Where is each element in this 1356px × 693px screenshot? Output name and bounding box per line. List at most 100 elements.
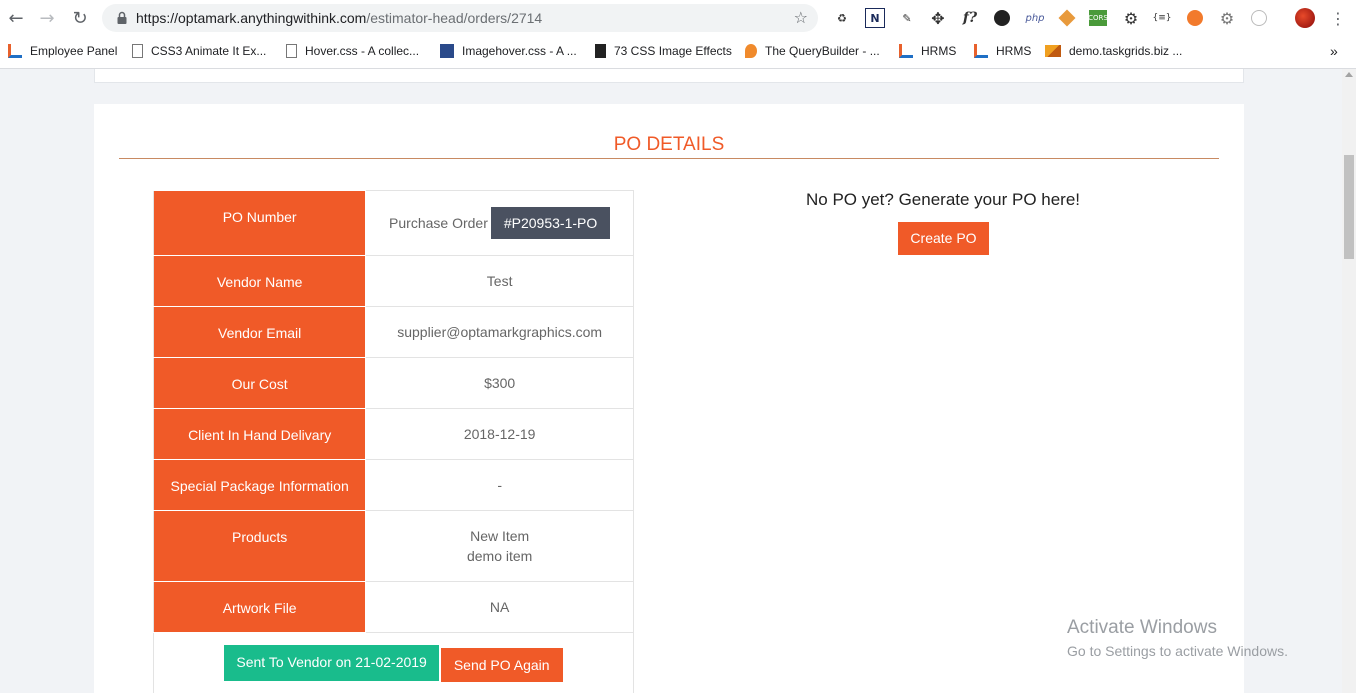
browser-toolbar: ← → ↻ https://optamark.anythingwithink.c…	[0, 0, 1356, 36]
row-value: supplier@optamarkgraphics.com	[365, 306, 634, 358]
bookmarks-bar: Employee Panel CSS3 Animate It Ex... Hov…	[0, 38, 1356, 64]
url-path: /estimator-head/orders/2714	[366, 10, 543, 26]
hrms-logo-icon	[8, 44, 22, 58]
previous-section-card	[94, 69, 1244, 83]
row-value: New Item demo item	[365, 510, 634, 582]
table-row: Products New Item demo item	[152, 510, 634, 582]
table-row: PO Number Purchase Order #P20953-1-PO	[152, 190, 634, 256]
bookmark-label: HRMS	[996, 44, 1032, 58]
bookmark-star-icon[interactable]: ☆	[794, 8, 808, 27]
bookmark-item[interactable]: HRMS	[974, 42, 1031, 60]
page-content: PO DETAILS PO Number Purchase Order #P209…	[0, 69, 1342, 693]
scrollbar-thumb[interactable]	[1344, 155, 1354, 259]
wordpress-icon[interactable]	[992, 8, 1012, 28]
table-row: Artwork File NA	[152, 581, 634, 633]
section-title: PO DETAILS	[613, 134, 725, 155]
code-icon[interactable]: {≡}	[1152, 8, 1172, 28]
page-icon	[132, 44, 143, 58]
send-po-again-button[interactable]: Send PO Again	[440, 648, 563, 682]
hrms-logo-icon	[899, 44, 913, 58]
function-icon[interactable]: f?	[960, 8, 980, 28]
menu-icon[interactable]: ⋮	[1328, 8, 1348, 28]
bookmark-label: Hover.css - A collec...	[305, 44, 420, 58]
bookmark-item[interactable]: The QueryBuilder - ...	[745, 42, 880, 60]
product-item: New Item	[470, 528, 530, 544]
bookmark-label: Imagehover.css - A ...	[462, 44, 577, 58]
bookmark-item[interactable]: Employee Panel	[8, 42, 117, 60]
generate-po-prompt: No PO yet? Generate your PO here!	[805, 190, 1081, 209]
recycle-icon[interactable]: ♻	[832, 8, 852, 28]
url-text: https://optamark.anythingwithink.com/est…	[136, 10, 542, 26]
row-label: Our Cost	[152, 357, 367, 409]
po-details-table: PO Number Purchase Order #P20953-1-PO Ven…	[152, 190, 634, 693]
bookmark-label: The QueryBuilder - ...	[765, 44, 880, 58]
php-icon[interactable]: php	[1023, 8, 1047, 28]
row-value: 2018-12-19	[365, 408, 634, 460]
table-row: Vendor Name Test	[152, 255, 634, 307]
page-icon	[286, 44, 297, 58]
po-number-badge: #P20953-1-PO	[490, 207, 611, 239]
move-icon[interactable]: ✥	[928, 8, 948, 28]
bookmark-item[interactable]: Imagehover.css - A ...	[440, 42, 577, 60]
activate-windows-title: Activate Windows	[1067, 617, 1217, 638]
row-label: Special Package Information	[152, 459, 367, 511]
row-value: $300	[365, 357, 634, 409]
row-value: -	[365, 459, 634, 511]
bookmark-label: CSS3 Animate It Ex...	[151, 44, 267, 58]
activate-windows-subtitle: Go to Settings to activate Windows.	[1067, 643, 1288, 659]
clock-icon[interactable]	[1249, 8, 1269, 28]
reload-icon[interactable]: ↻	[68, 6, 92, 30]
bookmark-item[interactable]: HRMS	[899, 42, 956, 60]
row-value: Purchase Order #P20953-1-PO	[365, 190, 634, 256]
table-row: Special Package Information -	[152, 459, 634, 511]
orange-circle-icon[interactable]	[1185, 8, 1205, 28]
row-label: PO Number	[152, 190, 367, 256]
actions-cell: Sent To Vendor on 21-02-2019 Send PO Agai…	[153, 632, 634, 693]
row-label: Artwork File	[152, 581, 367, 633]
back-icon[interactable]: ←	[4, 6, 28, 30]
bookmark-label: Employee Panel	[30, 44, 118, 58]
bookmark-item[interactable]: demo.taskgrids.biz ...	[1045, 42, 1182, 60]
n-icon[interactable]: N	[865, 8, 885, 28]
bookmark-item[interactable]: Hover.css - A collec...	[286, 42, 419, 60]
row-label: Vendor Email	[152, 306, 367, 358]
bookmark-item[interactable]: CSS3 Animate It Ex...	[132, 42, 266, 60]
bookmark-label: HRMS	[921, 44, 957, 58]
image-icon	[440, 44, 454, 58]
scroll-up-icon[interactable]	[1345, 72, 1353, 77]
gears-icon[interactable]: ⚙	[1121, 8, 1141, 28]
hammer-icon[interactable]	[1057, 8, 1077, 28]
flipboard-icon	[595, 44, 606, 58]
settings-icon[interactable]: ⚙	[1217, 8, 1237, 28]
actions-row: Sent To Vendor on 21-02-2019 Send PO Agai…	[153, 632, 634, 693]
row-value: NA	[365, 581, 634, 633]
po-prefix-text: Purchase Order	[389, 215, 488, 231]
address-bar[interactable]: https://optamark.anythingwithink.com/est…	[102, 4, 818, 32]
eyedropper-icon[interactable]: ✎	[897, 8, 917, 28]
create-po-button[interactable]: Create PO	[898, 222, 989, 255]
po-details-card: PO DETAILS PO Number Purchase Order #P209…	[94, 104, 1244, 693]
profile-avatar[interactable]	[1295, 8, 1315, 28]
table-row: Our Cost $300	[152, 357, 634, 409]
hrms-logo-icon	[974, 44, 988, 58]
row-label: Products	[152, 510, 367, 582]
sent-to-vendor-button[interactable]: Sent To Vendor on 21-02-2019	[224, 645, 439, 681]
bookmarks-overflow-icon[interactable]: »	[1330, 42, 1338, 60]
lock-icon	[117, 11, 127, 24]
pma-logo-icon	[1045, 45, 1061, 57]
row-value: Test	[365, 255, 634, 307]
table-row: Vendor Email supplier@optamarkgraphics.c…	[152, 306, 634, 358]
bookmark-label: demo.taskgrids.biz ...	[1069, 44, 1183, 58]
title-divider	[119, 158, 1219, 159]
flame-icon	[745, 44, 757, 58]
browser-chrome: ← → ↻ https://optamark.anythingwithink.c…	[0, 0, 1356, 69]
product-item: demo item	[466, 548, 533, 564]
forward-icon[interactable]: →	[35, 6, 59, 30]
url-host: https://optamark.anythingwithink.com	[136, 10, 367, 26]
bookmark-item[interactable]: 73 CSS Image Effects	[595, 42, 732, 60]
table-row: Client In Hand Delivary 2018-12-19	[152, 408, 634, 460]
row-label: Client In Hand Delivary	[152, 408, 367, 460]
cors-icon[interactable]: CORS	[1088, 10, 1108, 26]
vertical-scrollbar[interactable]	[1342, 69, 1356, 693]
bookmark-label: 73 CSS Image Effects	[614, 44, 732, 58]
